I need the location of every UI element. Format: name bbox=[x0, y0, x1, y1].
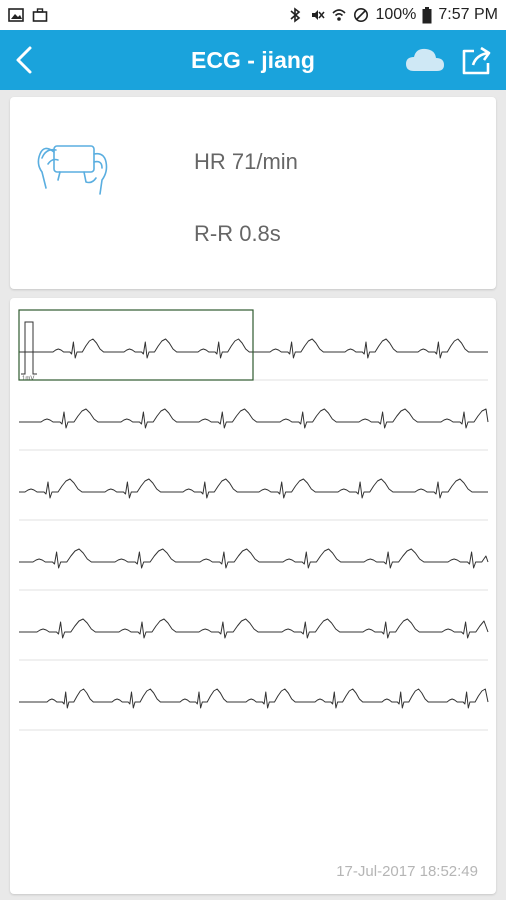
bluetooth-icon bbox=[290, 7, 301, 23]
battery-icon bbox=[422, 6, 432, 23]
calibration-pulse bbox=[21, 321, 37, 375]
briefcase-icon bbox=[32, 8, 48, 22]
mute-icon bbox=[312, 10, 326, 20]
back-arrow-icon[interactable] bbox=[10, 44, 40, 76]
cloud-icon[interactable] bbox=[404, 44, 446, 76]
ecg-trace-row-5 bbox=[19, 618, 489, 639]
ecg-trace-row-4 bbox=[19, 548, 489, 569]
measurement-summary-card: HR 71/min R-R 0.8s bbox=[10, 97, 496, 289]
share-icon[interactable] bbox=[460, 45, 494, 77]
app-bar: ECG - jiang bbox=[0, 30, 506, 90]
status-bar: 100% 7:57 PM bbox=[0, 0, 506, 30]
ecg-trace-row-6 bbox=[19, 688, 489, 709]
do-not-disturb-icon bbox=[354, 8, 369, 22]
ecg-trace-row-2 bbox=[19, 408, 489, 429]
ecg-chart-card: 1mV 17-Jul-2017 18:52:49 bbox=[10, 298, 496, 894]
heart-rate-value: HR 71/min bbox=[194, 149, 298, 174]
wifi-icon bbox=[332, 9, 347, 21]
battery-percent: 100% bbox=[375, 6, 417, 23]
ecg-trace-row-3 bbox=[19, 478, 488, 499]
ecg-strip: 1mV bbox=[18, 309, 489, 731]
rr-interval-value: R-R 0.8s bbox=[194, 221, 281, 246]
calibration-label: 1mV bbox=[22, 376, 34, 382]
status-time: 7:57 PM bbox=[438, 6, 498, 23]
hands-holding-device-icon bbox=[37, 145, 108, 195]
recording-timestamp: 17-Jul-2017 18:52:49 bbox=[336, 863, 478, 880]
gallery-icon bbox=[8, 8, 24, 22]
